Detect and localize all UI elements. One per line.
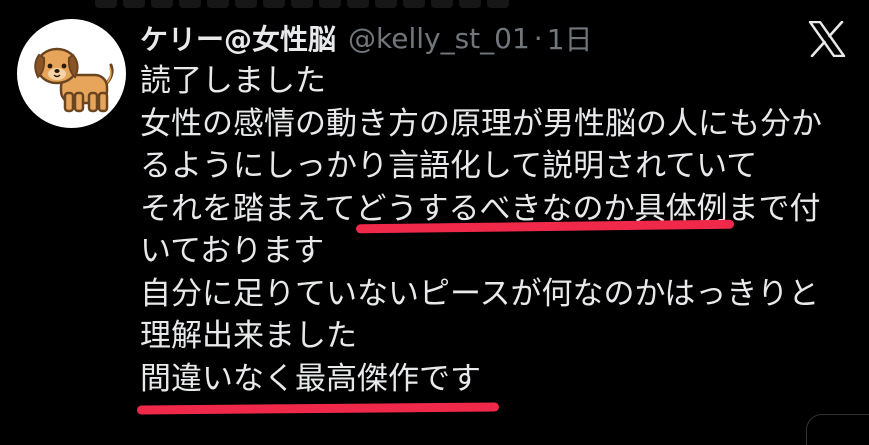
tweet-line: 理解出来ました	[140, 318, 357, 354]
previous-post-edge	[95, 0, 509, 8]
tweet-line: いております	[140, 233, 325, 269]
tweet-line: るようにしっかり言語化して説明されていて	[140, 148, 758, 184]
meta-separator: ·	[533, 21, 543, 55]
red-highlight-underline	[136, 402, 500, 415]
tweet-line: 自分に足りていないピースが何なのかはっきりと	[140, 275, 820, 312]
display-name[interactable]: ケリー@女性脳	[140, 18, 336, 58]
tweet-line: 女性の感情の動き方の原理が男性脳の人にも分か	[140, 105, 822, 142]
tweet-header: ケリー@女性脳 @kelly_st_01 · 1日	[140, 16, 593, 60]
dog-avatar-icon	[34, 47, 114, 113]
tweet-line: 読了しました	[140, 63, 326, 99]
handle[interactable]: @kelly_st_01	[348, 22, 530, 55]
post-time[interactable]: 1日	[547, 18, 593, 58]
x-logo-icon[interactable]	[808, 21, 846, 57]
avatar[interactable]	[17, 19, 126, 128]
next-card-edge	[806, 414, 869, 445]
tweet-line: 間違いなく最高傑作です	[140, 360, 481, 397]
